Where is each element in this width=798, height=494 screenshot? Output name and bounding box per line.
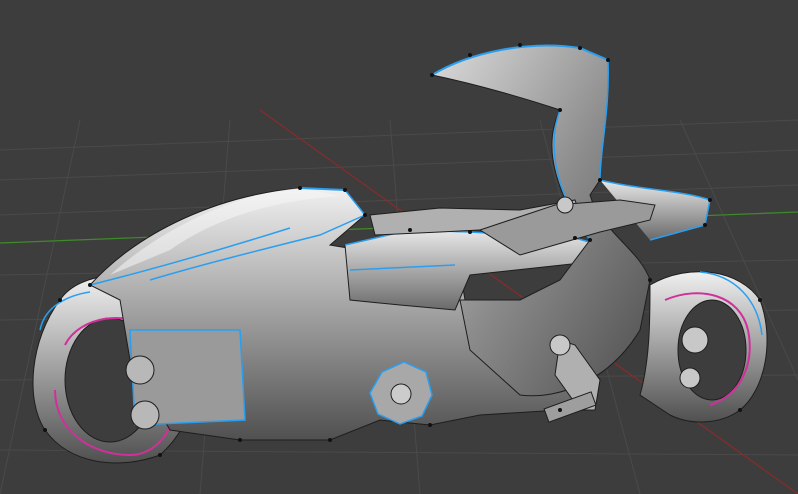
rear-engine-block[interactable] (125, 329, 246, 430)
motorcycle-mesh[interactable] (32, 43, 768, 464)
3d-viewport[interactable] (0, 0, 798, 494)
viewport-scene[interactable] (0, 0, 798, 494)
